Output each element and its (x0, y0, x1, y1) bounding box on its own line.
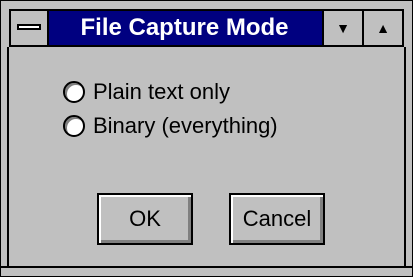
cancel-button[interactable]: Cancel (229, 193, 325, 245)
radio-binary[interactable]: Binary (everything) (63, 113, 278, 139)
title-bar[interactable]: File Capture Mode ▼ ▲ (9, 9, 404, 47)
dialog-window: File Capture Mode ▼ ▲ Plain text only Bi… (0, 0, 413, 277)
minimize-button[interactable]: ▼ (322, 11, 362, 45)
ok-button-label: OK (129, 206, 161, 231)
triangle-up-icon: ▲ (376, 20, 390, 36)
window-title: File Capture Mode (80, 14, 289, 41)
cancel-button-label: Cancel (242, 206, 312, 231)
radio-label: Plain text only (93, 79, 230, 104)
system-menu-icon (17, 24, 41, 30)
ok-button[interactable]: OK (97, 193, 193, 245)
frame-border-right (404, 47, 406, 268)
triangle-down-icon: ▼ (336, 20, 350, 36)
radio-plain-text[interactable]: Plain text only (63, 79, 230, 105)
system-menu-button[interactable] (11, 11, 49, 45)
radio-label: Binary (everything) (93, 113, 278, 138)
frame-border-bottom (1, 266, 412, 268)
maximize-button[interactable]: ▲ (362, 11, 402, 45)
radio-button-icon[interactable] (63, 81, 85, 103)
dialog-client-area: Plain text only Binary (everything) OK C… (9, 47, 404, 268)
radio-button-icon[interactable] (63, 115, 85, 137)
